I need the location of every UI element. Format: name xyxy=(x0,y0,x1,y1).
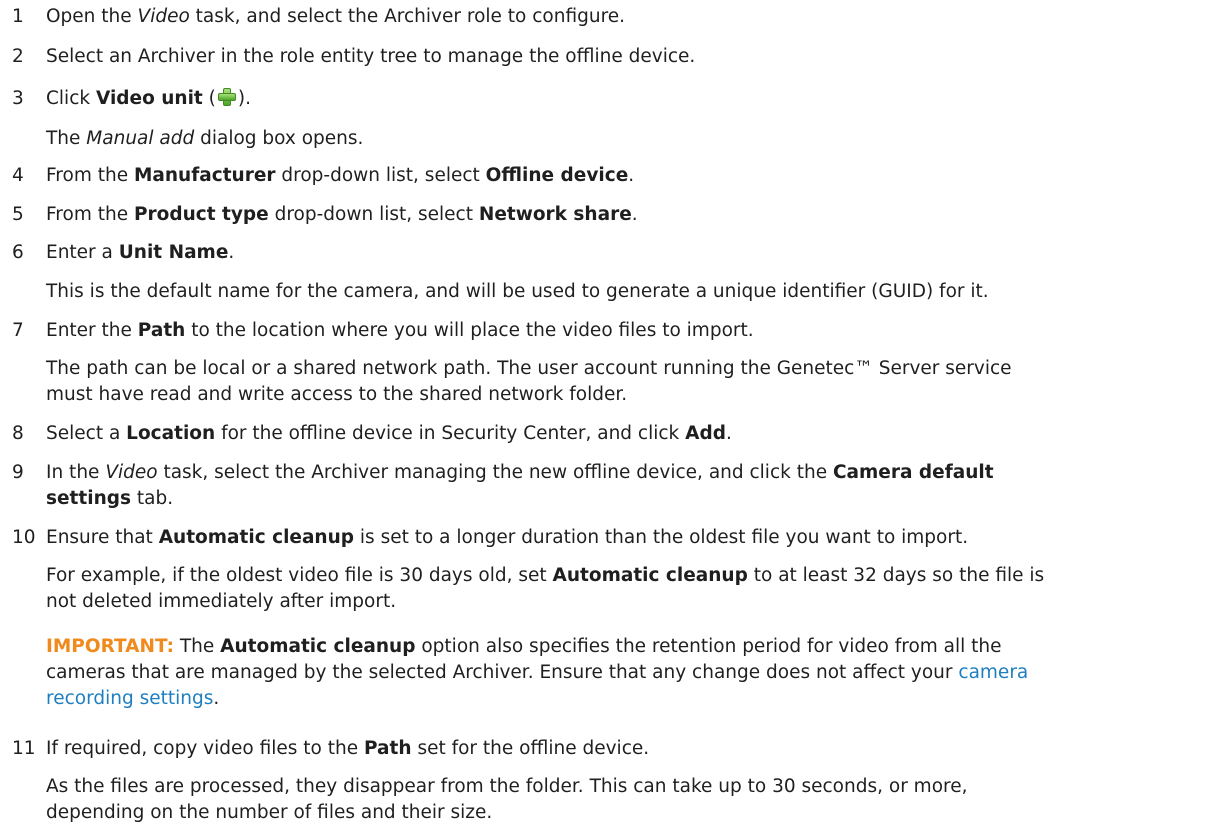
step-number: 8 xyxy=(12,423,24,444)
step-text: Open the Video task, and select the Arch… xyxy=(46,6,626,27)
step-text-cont: settings tab. xyxy=(46,488,174,509)
step-result-line-1: As the files are processed, they disappe… xyxy=(46,776,968,797)
step-text: Select an Archiver in the role entity tr… xyxy=(46,46,696,67)
step-result-line-2: must have read and write access to the s… xyxy=(46,384,628,405)
step-number: 6 xyxy=(12,242,24,263)
step-number: 4 xyxy=(12,165,24,186)
step-text: Enter a Unit Name. xyxy=(46,242,235,263)
step-number: 7 xyxy=(12,320,24,341)
step-text: If required, copy video files to the Pat… xyxy=(46,738,650,759)
step-number: 5 xyxy=(12,204,24,225)
important-line-1: IMPORTANT: The Automatic cleanup option … xyxy=(46,636,1002,657)
step-number: 9 xyxy=(12,462,24,483)
step-number: 10 xyxy=(12,527,36,548)
step-number: 3 xyxy=(12,88,24,109)
step-text: From the Product type drop-down list, se… xyxy=(46,204,638,225)
camera-recording-settings-link[interactable]: camera xyxy=(958,662,1028,683)
step-text: Select a Location for the offline device… xyxy=(46,423,732,444)
step-number: 1 xyxy=(12,6,24,27)
important-line-3: recording settings. xyxy=(46,688,220,709)
step-text: From the Manufacturer drop-down list, se… xyxy=(46,165,635,186)
important-line-2: cameras that are managed by the selected… xyxy=(46,662,1029,683)
step-number: 2 xyxy=(12,46,24,67)
step-text: In the Video task, select the Archiver m… xyxy=(46,462,994,483)
step-result: This is the default name for the camera,… xyxy=(46,281,989,302)
step-text: Enter the Path to the location where you… xyxy=(46,320,754,341)
camera-recording-settings-link-cont[interactable]: recording settings xyxy=(46,688,213,709)
step-result-line-1: The path can be local or a shared networ… xyxy=(46,358,1012,379)
document-page: 1 Open the Video task, and select the Ar… xyxy=(0,0,1227,828)
step-result-line-2: depending on the number of files and the… xyxy=(46,802,493,823)
step-number: 11 xyxy=(12,738,36,759)
step-result-line-1: For example, if the oldest video file is… xyxy=(46,565,1045,586)
step-text: Click Video unit (). xyxy=(46,87,251,109)
step-result-line-2: not deleted immediately after import. xyxy=(46,591,397,612)
step-result: The Manual add dialog box opens. xyxy=(46,128,364,149)
green-plus-icon xyxy=(217,87,237,107)
step-text: Ensure that Automatic cleanup is set to … xyxy=(46,527,969,548)
important-label: IMPORTANT: xyxy=(46,636,174,657)
